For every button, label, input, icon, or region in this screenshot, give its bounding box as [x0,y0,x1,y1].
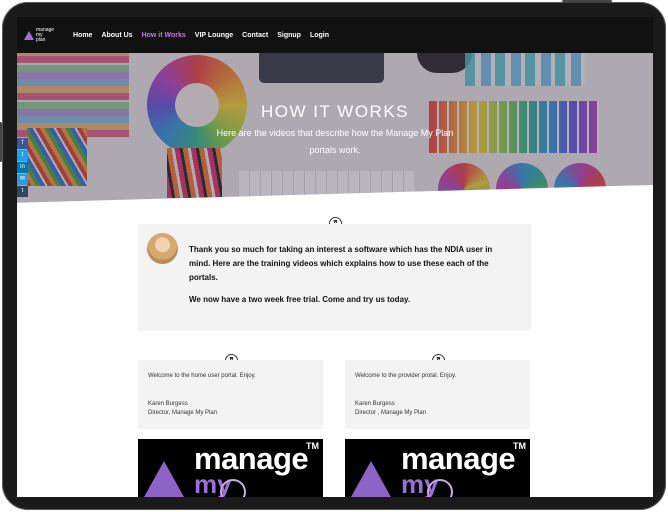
email-icon[interactable]: ✉ [17,174,28,185]
tumblr-icon[interactable]: t [17,186,28,197]
play-icon[interactable] [220,479,246,497]
linkedin-icon[interactable]: in [17,162,28,173]
logo-line3: plan [36,36,46,43]
nav-menu: Home About Us How it Works VIP Lounge Co… [73,32,338,39]
card-author-role: Director, Manage My Plan [148,410,218,416]
hero-banner: HOW IT WORKS Here are the videos that de… [17,53,653,203]
home-portal-video[interactable]: manage TM my [138,439,323,497]
logo-triangle-icon [351,461,391,497]
top-navigation: manage my plan Home About Us How it Work… [17,17,653,53]
card-author-name: Karen Burgess [355,401,395,407]
provider-portal-video[interactable]: manage TM my [345,439,530,497]
intro-testimonial-box: Thank you so much for taking an interest… [138,224,531,331]
power-button [562,0,612,3]
page-title: HOW IT WORKS [260,102,409,121]
home-portal-card: Welcome to the home user portal. Enjoy. … [138,360,323,429]
tablet-frame: manage my plan Home About Us How it Work… [0,0,666,510]
logo-triangle-icon [24,30,34,40]
play-icon[interactable] [427,479,453,497]
volume-button [0,122,2,162]
intro-paragraph-2: We now have a two week free trial. Come … [189,295,411,304]
nav-item-contact[interactable]: Contact [242,32,268,39]
video-trademark: TM [513,441,526,451]
intro-text: Thank you so much for taking an interest… [189,243,514,315]
card-message: Welcome to the provider protal. Enjoy. [355,373,457,379]
video-trademark: TM [306,441,319,451]
card-author-name: Karen Burgess [148,401,188,407]
intro-paragraph-1: Thank you so much for taking an interest… [189,245,493,282]
nav-item-vip-lounge[interactable]: VIP Lounge [195,32,233,39]
logo-triangle-icon [144,461,184,497]
nav-item-about-us[interactable]: About Us [101,32,132,39]
card-message: Welcome to the home user portal. Enjoy. [148,373,256,379]
facebook-icon[interactable]: f [17,138,28,149]
nav-item-signup[interactable]: Signup [277,32,301,39]
nav-item-login[interactable]: Login [310,32,329,39]
nav-item-how-it-works[interactable]: How it Works [142,32,186,39]
screen: manage my plan Home About Us How it Work… [17,17,653,497]
site-logo[interactable]: manage my plan [24,27,64,43]
provider-portal-card: Welcome to the provider protal. Enjoy. K… [345,360,530,429]
page-subtitle: Here are the videos that describe how th… [216,128,454,155]
card-author-role: Director , Manage My Plan [355,410,427,416]
avatar [147,233,178,264]
nav-item-home[interactable]: Home [73,32,92,39]
twitter-icon[interactable]: t [17,150,28,161]
